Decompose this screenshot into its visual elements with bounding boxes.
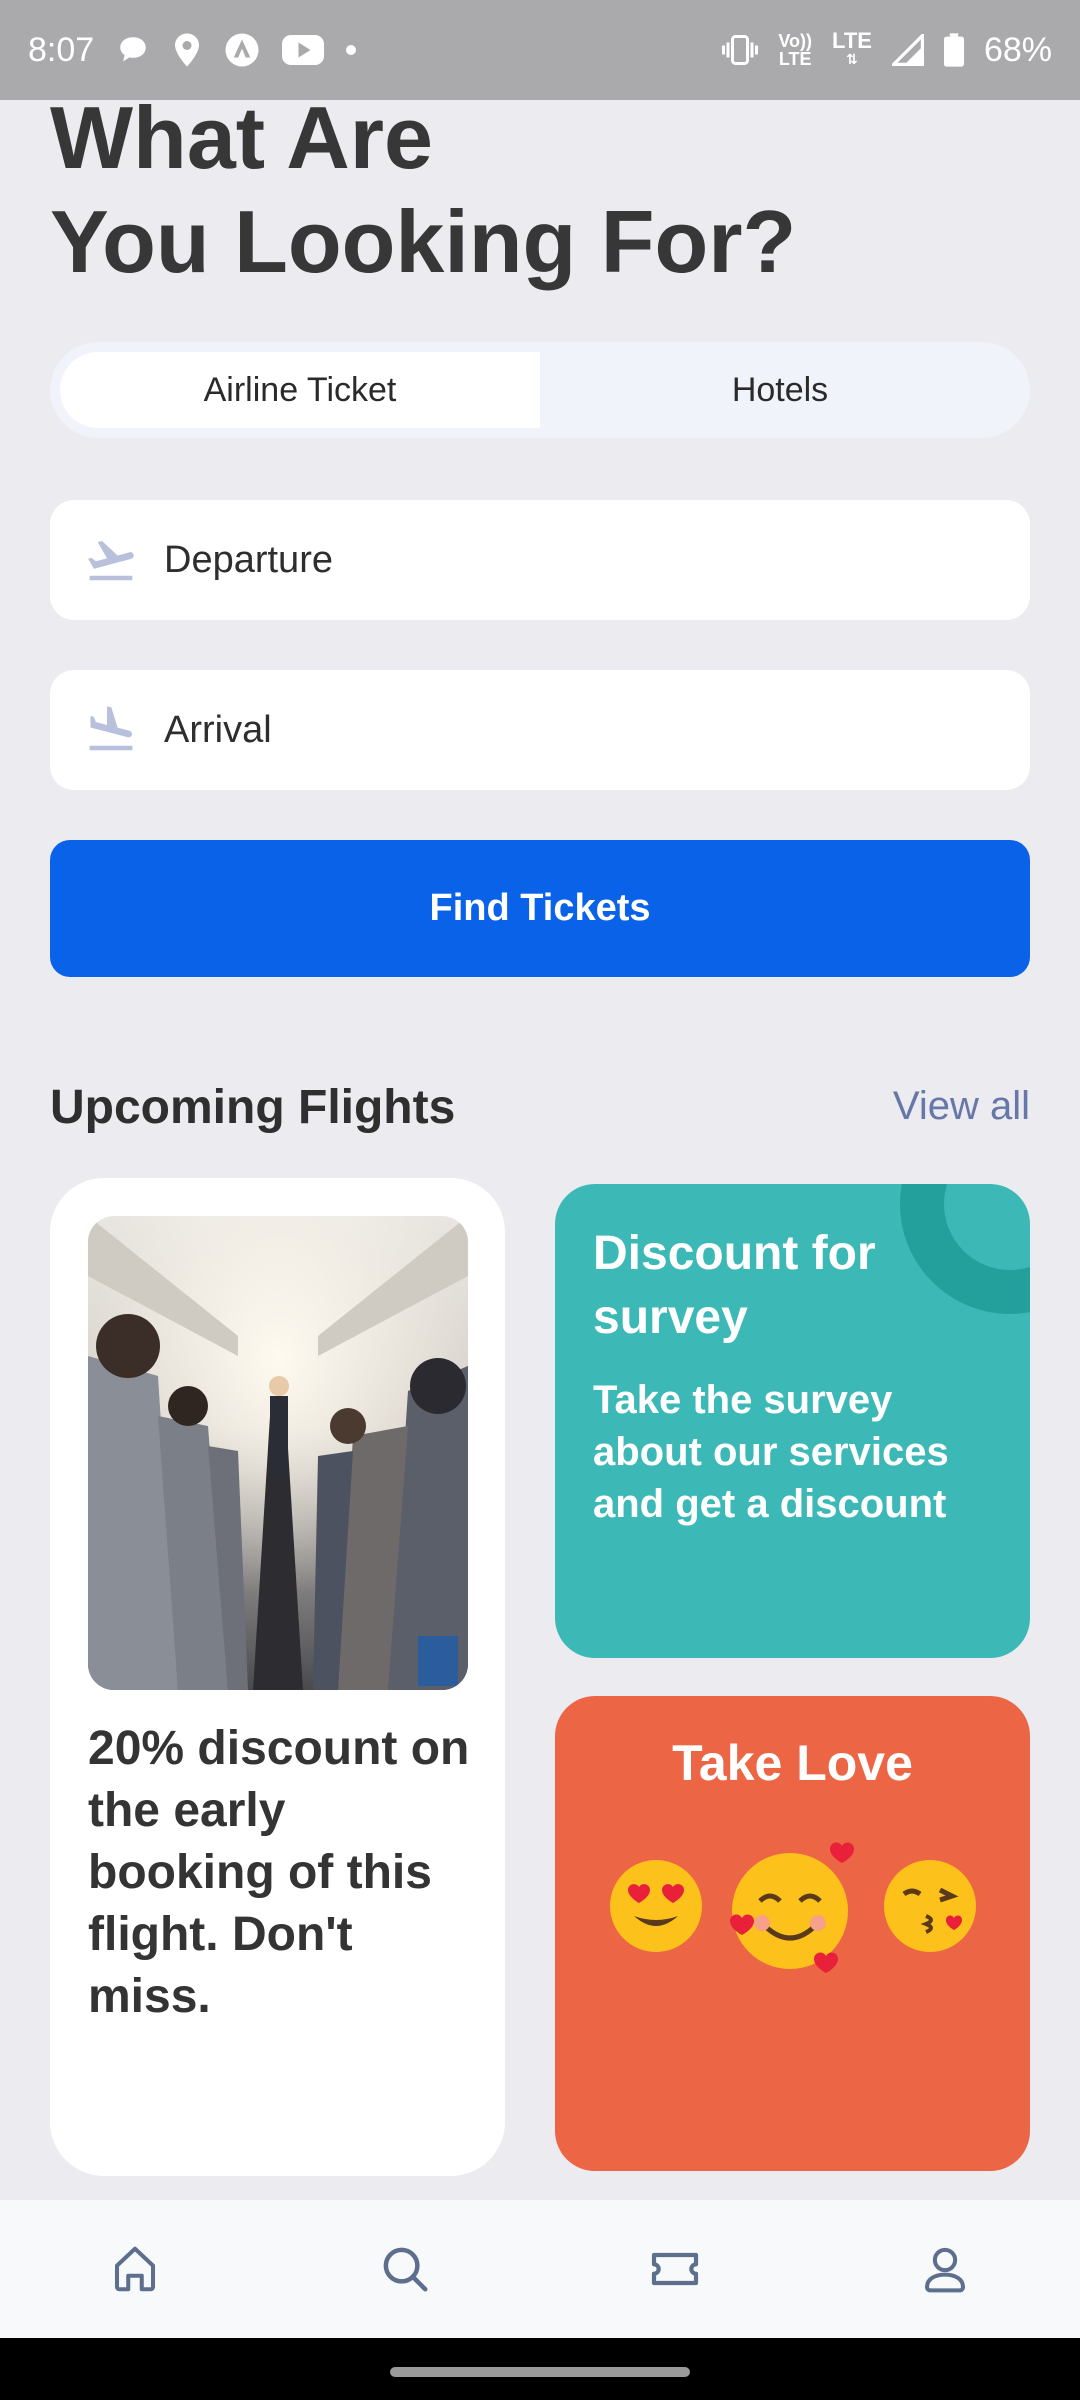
location-notification-icon — [172, 32, 202, 68]
upcoming-flights-title: Upcoming Flights — [50, 1081, 456, 1134]
nav-profile[interactable] — [910, 2234, 980, 2304]
chat-notification-icon — [116, 33, 150, 67]
nav-home[interactable] — [100, 2234, 170, 2304]
battery-percentage: 68% — [983, 30, 1052, 69]
more-notifications-dot-icon — [346, 45, 357, 55]
nav-search[interactable] — [370, 2234, 440, 2304]
tab-hotels[interactable]: Hotels — [540, 352, 1020, 428]
status-time: 8:07 — [28, 30, 95, 69]
flight-land-icon — [89, 706, 133, 751]
survey-title: Discount for survey — [593, 1227, 876, 1344]
heart-eyes-emoji-icon — [609, 1860, 702, 1952]
profile-icon — [924, 2247, 966, 2293]
app-notification-icon — [224, 32, 260, 68]
smiling-hearts-emoji-icon — [729, 1842, 854, 1973]
battery-icon — [943, 33, 964, 67]
take-love-title: Take Love — [672, 1735, 913, 1791]
ticket-type-tabs: Airline Ticket Hotels — [50, 342, 1030, 438]
survey-discount-card[interactable]: Discount for survey Take the survey abou… — [555, 1184, 1030, 1658]
decorative-ring — [900, 1184, 1030, 1314]
volte-indicator: Vo)) LTE — [778, 31, 813, 69]
survey-description: Take the survey about our services and g… — [593, 1378, 949, 1526]
arrival-field[interactable]: Arrival — [50, 670, 1030, 790]
page-title: What Are You Looking For? — [50, 86, 1030, 294]
find-tickets-button[interactable]: Find Tickets — [50, 840, 1030, 977]
ticket-icon — [651, 2252, 699, 2286]
signal-icon — [891, 34, 924, 66]
tab-airline-ticket[interactable]: Airline Ticket — [60, 352, 540, 428]
page-title-line-1: What Are — [50, 88, 433, 187]
departure-label: Departure — [164, 538, 333, 581]
airplane-cabin-image — [88, 1216, 468, 1690]
arrival-label: Arrival — [164, 708, 272, 751]
emoji-row — [555, 1826, 1030, 1986]
flight-takeoff-icon — [88, 541, 134, 581]
nav-tickets[interactable] — [640, 2234, 710, 2304]
home-icon — [114, 2246, 156, 2292]
status-bar: 8:07 Vo)) LTE LTE ⇅ 68% — [0, 0, 1080, 100]
youtube-notification-icon — [282, 34, 325, 66]
promo-text: 20% discount on the early booking of thi… — [88, 1722, 470, 2023]
view-all-link[interactable]: View all — [893, 1084, 1030, 1129]
kissing-heart-emoji-icon — [883, 1860, 976, 1952]
flight-promo-card[interactable]: 20% discount on the early booking of thi… — [50, 1178, 505, 2176]
gesture-handle[interactable] — [390, 2367, 690, 2377]
vibrate-icon — [722, 34, 759, 66]
departure-field[interactable]: Departure — [50, 500, 1030, 620]
page-title-line-2: You Looking For? — [50, 192, 797, 291]
lte-indicator: LTE ⇅ — [832, 28, 872, 68]
search-icon — [383, 2247, 428, 2292]
bottom-navigation — [0, 2200, 1080, 2338]
take-love-card[interactable]: Take Love — [555, 1696, 1030, 2171]
